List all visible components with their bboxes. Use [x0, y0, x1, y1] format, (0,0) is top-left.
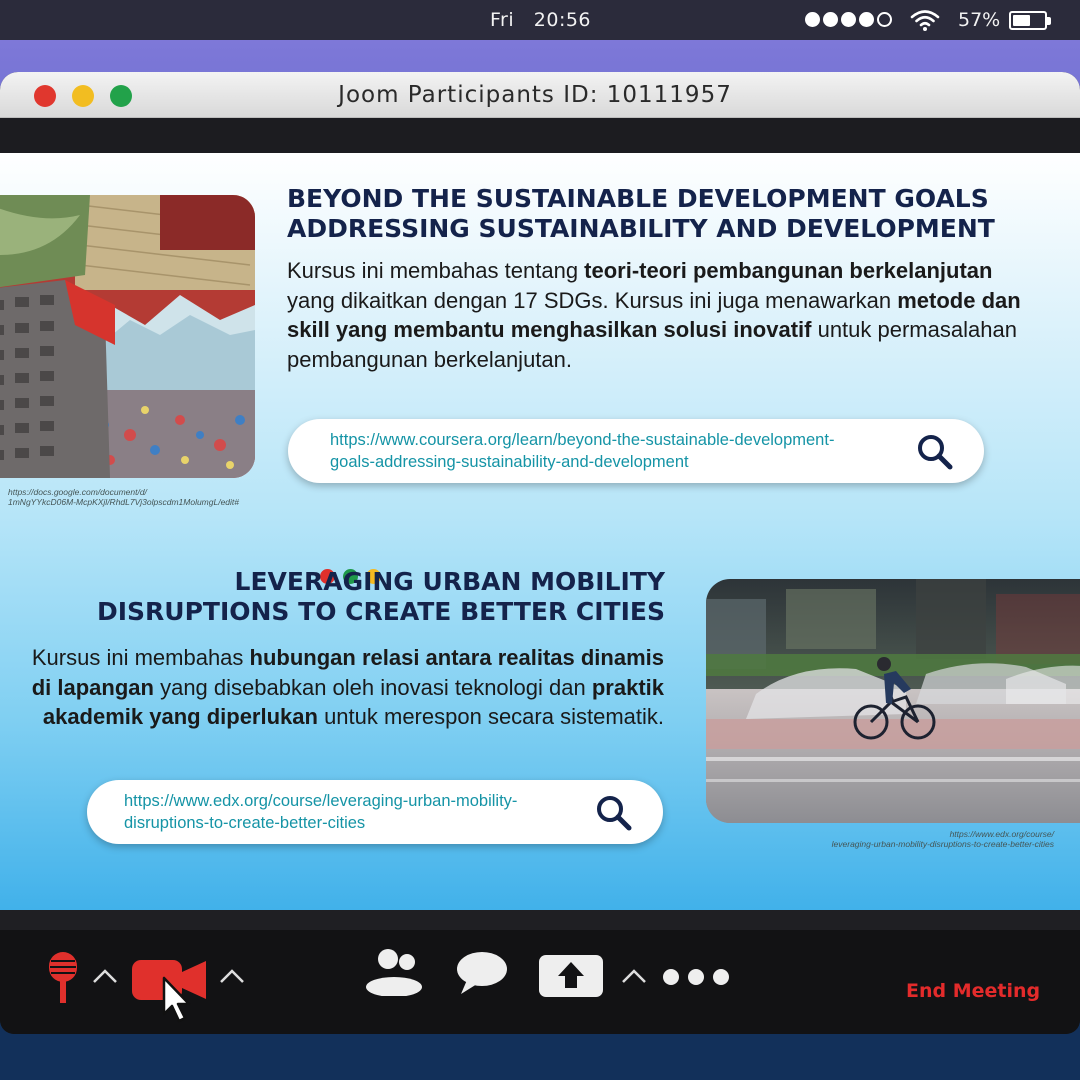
course1-image-credit-line2: 1mNgYYkcD06M-McpKXjl/RhdL7Vj3olpscdm1Mol… — [8, 497, 240, 507]
course1-description: Kursus ini membahas tentang teori-teori … — [287, 256, 1027, 374]
battery-icon — [1009, 11, 1051, 30]
share-screen-icon[interactable] — [538, 954, 604, 998]
microphone-icon[interactable] — [46, 950, 80, 1008]
course2-title-line1: LEVERAGING URBAN MOBILITY — [234, 567, 665, 596]
meeting-window: Joom Participants ID: 10111957 BEYOND TH… — [0, 72, 1080, 1034]
chevron-up-icon[interactable] — [621, 968, 647, 984]
course2-link-line1: https://www.edx.org/course/leveraging-ur… — [124, 792, 518, 810]
signal-dot — [805, 12, 820, 27]
shared-slide: BEYOND THE SUSTAINABLE DEVELOPMENT GOALS… — [0, 153, 1080, 910]
battery-percent: 57% — [958, 9, 1001, 31]
status-day: Fri — [490, 9, 515, 31]
course1-link-line1: https://www.coursera.org/learn/beyond-th… — [330, 431, 835, 449]
window-titlebar[interactable]: Joom Participants ID: 10111957 — [0, 72, 1080, 118]
course1-title-line1: BEYOND THE SUSTAINABLE DEVELOPMENT GOALS — [287, 184, 989, 213]
course1-description-text-run: teori-teori pembangunan berkelanjutan — [584, 258, 993, 283]
course1-image-credit-line1: https://docs.google.com/document/d/ — [8, 487, 147, 497]
course1-link[interactable]: https://www.coursera.org/learn/beyond-th… — [330, 429, 834, 473]
chevron-up-icon[interactable] — [92, 968, 118, 984]
signal-dot — [823, 12, 838, 27]
status-bar: Fri 20:56 57% — [0, 0, 1080, 40]
battery-level — [1013, 15, 1031, 26]
signal-strength-icon — [805, 12, 892, 27]
course1-collage-image — [0, 195, 255, 478]
course2-cyclist-image — [706, 579, 1080, 823]
participants-icon[interactable] — [364, 948, 426, 996]
end-meeting-button[interactable]: End Meeting — [906, 980, 1040, 1002]
signal-dot — [877, 12, 892, 27]
screen-share-header — [0, 118, 1080, 153]
signal-dot — [841, 12, 856, 27]
course1-link-box[interactable]: https://www.coursera.org/learn/beyond-th… — [288, 419, 984, 483]
chat-icon[interactable] — [455, 950, 509, 996]
window-title: Joom Participants ID: 10111957 — [338, 82, 732, 108]
course1-title: BEYOND THE SUSTAINABLE DEVELOPMENT GOALS… — [287, 184, 1067, 244]
status-clock: Fri 20:56 — [490, 9, 591, 31]
course2-image-credit: https://www.edx.org/course/ leveraging-u… — [740, 829, 1054, 849]
course2-title-line2: DISRUPTIONS TO CREATE BETTER CITIES — [96, 597, 665, 626]
video-camera-icon[interactable] — [130, 956, 210, 1026]
chevron-up-icon[interactable] — [219, 968, 245, 984]
course1-title-line2: ADDRESSING SUSTAINABILITY AND DEVELOPMEN… — [287, 214, 995, 243]
course2-link-box[interactable]: https://www.edx.org/course/leveraging-ur… — [87, 780, 663, 844]
status-time: 20:56 — [533, 9, 592, 31]
course2-image-credit-line1: https://www.edx.org/course/ — [949, 829, 1054, 839]
course1-description-text-run: yang dikaitkan dengan 17 SDGs. Kursus in… — [287, 287, 898, 313]
course2-title: LEVERAGING URBAN MOBILITY DISRUPTIONS TO… — [40, 567, 665, 627]
course2-description-text-run: untuk merespon secara sistematik. — [317, 704, 664, 729]
course2-image-credit-line2: leveraging-urban-mobility-disruptions-to… — [831, 839, 1054, 849]
search-icon[interactable] — [916, 433, 954, 471]
wifi-icon — [910, 10, 940, 31]
search-icon[interactable] — [595, 794, 633, 832]
course1-description-text-run: Kursus ini membahas tentang — [287, 258, 585, 283]
signal-dot — [859, 12, 874, 27]
course2-description-text-run: yang disebabkan oleh inovasi teknologi d… — [153, 674, 592, 700]
course1-image-credit: https://docs.google.com/document/d/ 1mNg… — [8, 487, 278, 507]
course1-link-line2: goals-addressing-sustainability-and-deve… — [330, 453, 689, 471]
course2-link[interactable]: https://www.edx.org/course/leveraging-ur… — [124, 790, 517, 834]
meeting-control-bar: End Meeting — [0, 910, 1080, 1034]
more-icon[interactable] — [662, 967, 730, 987]
course2-description-text-run: Kursus ini membahas — [31, 645, 250, 670]
course2-description: Kursus ini membahas hubungan relasi anta… — [30, 643, 664, 732]
course2-link-line2: disruptions-to-create-better-cities — [124, 814, 366, 832]
